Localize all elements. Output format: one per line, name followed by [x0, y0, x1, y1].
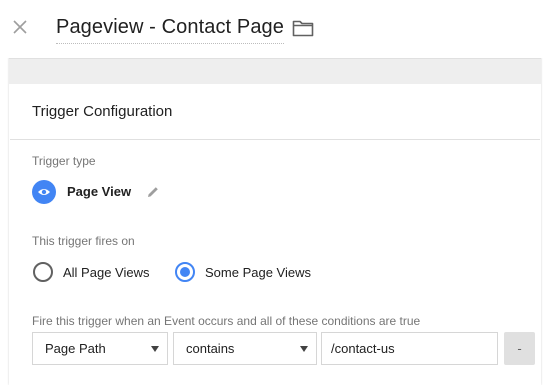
trigger-configuration-card: Trigger Configuration Trigger type Page …: [10, 84, 540, 385]
condition-value-input[interactable]: /contact-us: [321, 332, 498, 365]
fires-on-label: This trigger fires on: [32, 234, 135, 248]
header-separator-band: [9, 58, 541, 84]
radio-label: Some Page Views: [205, 264, 311, 280]
radio-all-page-views[interactable]: All Page Views: [33, 261, 149, 283]
radio-button[interactable]: [33, 262, 53, 282]
folder-icon[interactable]: [292, 19, 314, 37]
divider: [10, 139, 540, 140]
pencil-icon[interactable]: [146, 185, 160, 199]
condition-label: Fire this trigger when an Event occurs a…: [32, 314, 421, 328]
variable-select[interactable]: Page Path: [32, 332, 168, 365]
radio-some-page-views[interactable]: Some Page Views: [175, 261, 311, 283]
radio-label: All Page Views: [63, 264, 150, 280]
remove-condition-button[interactable]: -: [504, 332, 535, 365]
eye-icon: [32, 180, 56, 204]
header: Pageview - Contact Page: [0, 0, 550, 58]
operator-select-value: contains: [186, 341, 235, 356]
radio-button-checked[interactable]: [175, 262, 195, 282]
chevron-down-icon: [300, 346, 308, 352]
close-icon[interactable]: [12, 19, 28, 35]
trigger-type-label: Trigger type: [32, 154, 96, 168]
card-title: Trigger Configuration: [32, 103, 173, 120]
variable-select-value: Page Path: [45, 341, 106, 356]
trigger-type-name[interactable]: Page View: [67, 184, 131, 199]
page-title[interactable]: Pageview - Contact Page: [56, 16, 284, 44]
chevron-down-icon: [151, 346, 159, 352]
operator-select[interactable]: contains: [173, 332, 317, 365]
